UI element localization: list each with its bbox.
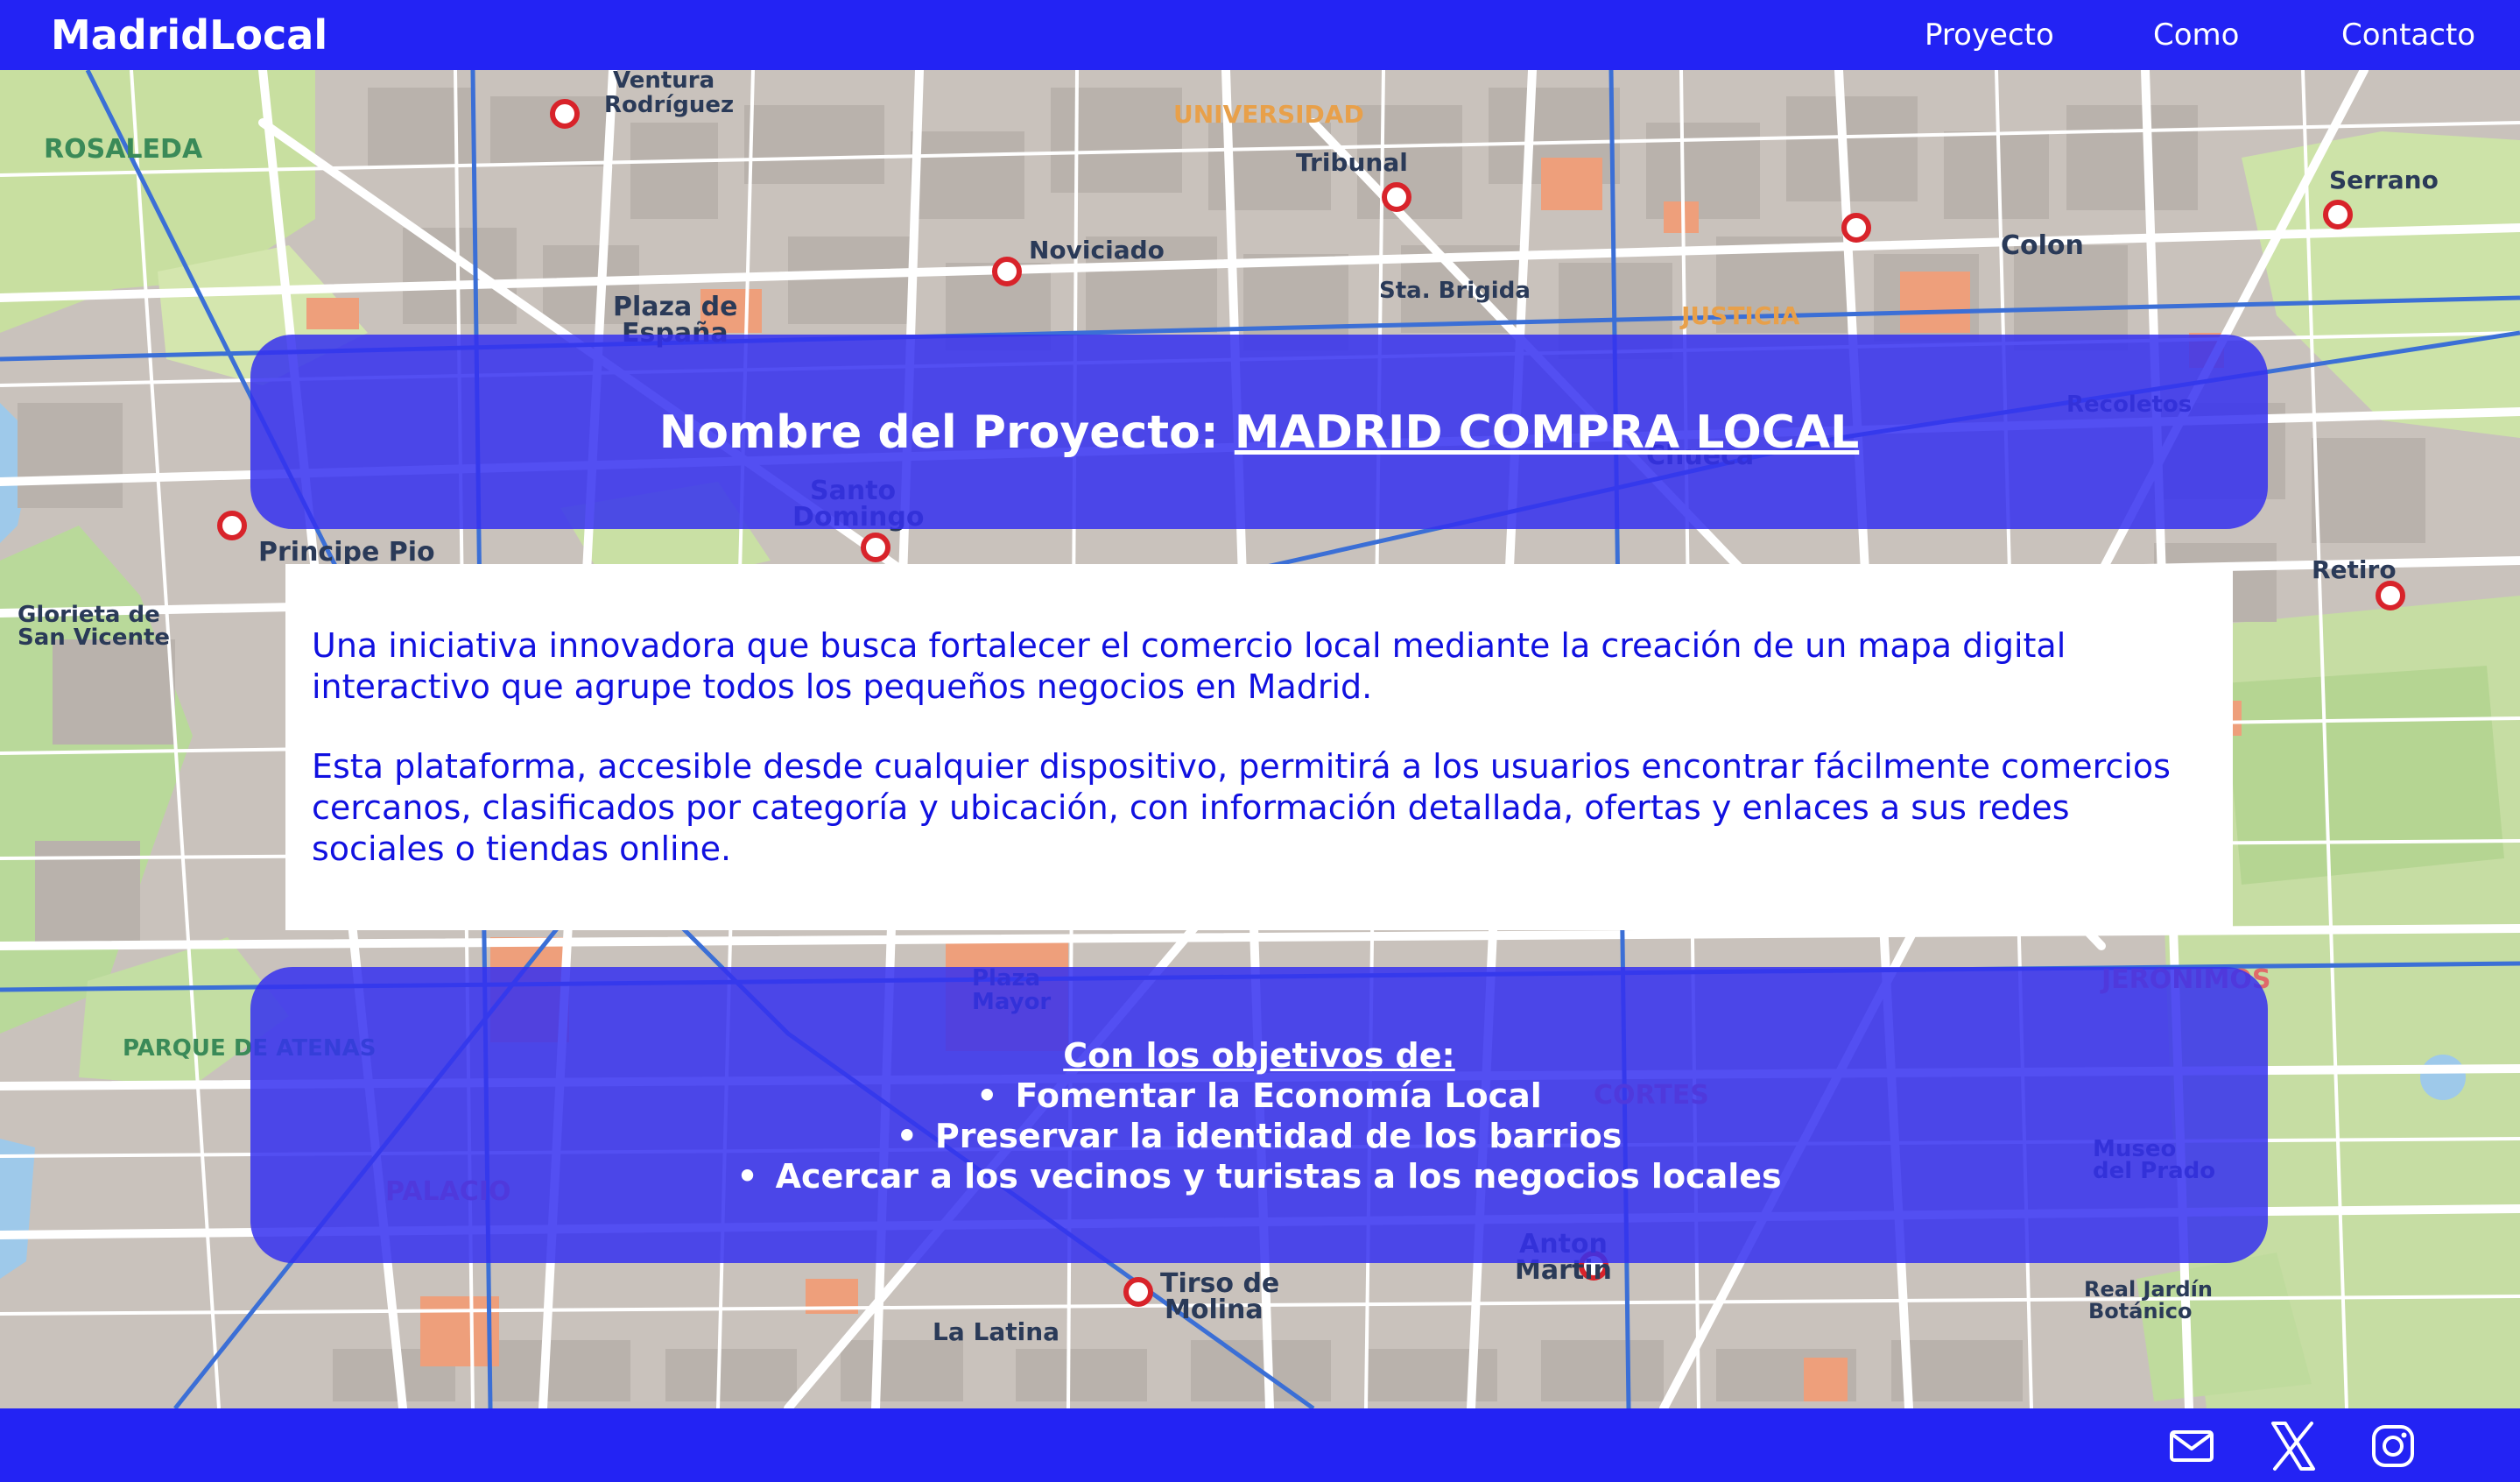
svg-text:Botánico: Botánico	[2088, 1299, 2192, 1323]
objective-item: Fomentar la Economía Local	[250, 1076, 2268, 1116]
objectives-heading: Con los objetivos de:	[1063, 1036, 1455, 1075]
svg-text:Retiro: Retiro	[2312, 555, 2397, 584]
description-paragraph: Una iniciativa innovadora que busca fort…	[312, 626, 2066, 706]
nav-link-contacto[interactable]: Contacto	[2341, 16, 2475, 54]
description-paragraph: Esta plataforma, accesible desde cualqui…	[312, 747, 2171, 868]
svg-text:Colon: Colon	[2001, 230, 2084, 261]
page: ROSALEDA Ventura Rodríguez UNIVERSIDAD T…	[0, 0, 2520, 1482]
svg-text:Tribunal: Tribunal	[1296, 148, 1408, 177]
top-navbar: MadridLocal Proyecto Como Contacto	[0, 0, 2520, 70]
svg-text:San Vicente: San Vicente	[18, 625, 170, 651]
brand-logo[interactable]: MadridLocal	[51, 9, 327, 61]
objectives-list: Fomentar la Economía Local Preservar la …	[250, 1076, 2268, 1196]
svg-text:La Latina: La Latina	[933, 1317, 1059, 1346]
objective-item: Preservar la identidad de los barrios	[250, 1116, 2268, 1156]
project-name: MADRID COMPRA LOCAL	[1234, 406, 1860, 459]
objective-item: Acercar a los vecinos y turistas a los n…	[250, 1156, 2268, 1196]
svg-text:Ventura: Ventura	[613, 70, 714, 94]
svg-text:Sta. Brigida: Sta. Brigida	[1379, 278, 1531, 304]
nav-link-como[interactable]: Como	[2153, 16, 2239, 54]
project-title-panel: Nombre del Proyecto: MADRID COMPRA LOCAL	[250, 335, 2268, 529]
title-prefix: Nombre del Proyecto:	[658, 406, 1219, 459]
svg-text:Molina: Molina	[1165, 1295, 1264, 1325]
svg-text:ROSALEDA: ROSALEDA	[44, 134, 203, 165]
footer-bar	[0, 1408, 2520, 1482]
objectives-panel: Con los objetivos de: Fomentar la Econom…	[250, 967, 2268, 1263]
svg-text:Principe Pio: Principe Pio	[258, 537, 435, 568]
mail-icon[interactable]	[2166, 1421, 2217, 1471]
svg-text:Serrano: Serrano	[2329, 166, 2439, 194]
svg-text:JUSTICIA: JUSTICIA	[1679, 301, 1800, 330]
svg-text:Rodríguez: Rodríguez	[604, 92, 734, 118]
svg-text:UNIVERSIDAD: UNIVERSIDAD	[1173, 100, 1364, 129]
description-panel: Una iniciativa innovadora que busca fort…	[285, 564, 2233, 930]
x-icon[interactable]	[2268, 1421, 2319, 1471]
page-title: Nombre del Proyecto: MADRID COMPRA LOCAL	[250, 403, 2268, 462]
nav-link-proyecto[interactable]: Proyecto	[1925, 16, 2054, 54]
svg-text:Real Jardín: Real Jardín	[2084, 1277, 2213, 1302]
instagram-icon[interactable]	[2368, 1421, 2418, 1471]
svg-text:Noviciado: Noviciado	[1029, 236, 1165, 265]
